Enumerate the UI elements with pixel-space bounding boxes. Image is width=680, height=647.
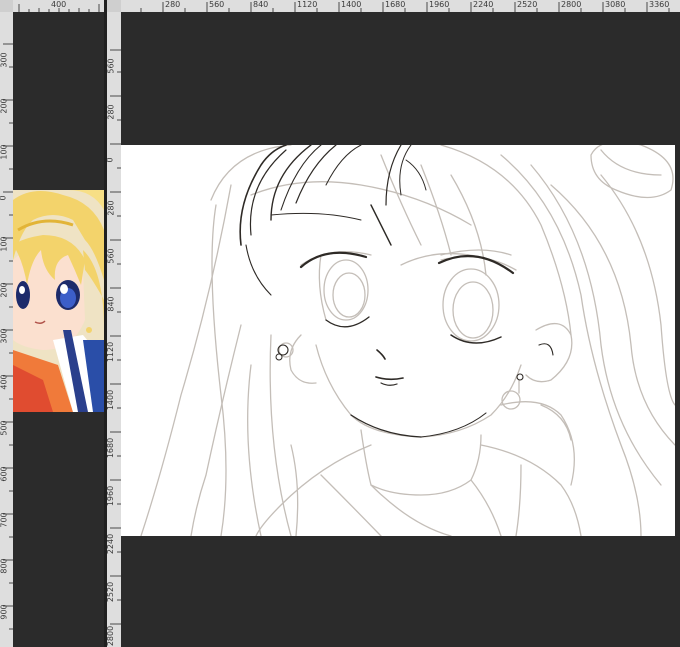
ruler-label: 280 (107, 200, 116, 216)
ruler-label: 500 (0, 420, 9, 436)
ruler-label: 0 (107, 157, 115, 162)
reference-image[interactable] (13, 190, 104, 412)
ruler-label: 560 (209, 0, 225, 9)
ruler-label: 840 (107, 296, 116, 312)
ruler-label: 2800 (107, 625, 116, 647)
ruler-label: 2520 (517, 0, 538, 9)
ruler-label: 400 (51, 0, 67, 9)
ruler-corner (0, 0, 13, 12)
ruler-label: 560 (107, 248, 116, 264)
ruler-label: 1400 (341, 0, 362, 9)
ruler-label: 3360 (649, 0, 670, 9)
ruler-label: 2240 (473, 0, 494, 9)
reference-side-ruler[interactable]: 300 200 100 0 100 200 300 400 500 600 70… (0, 12, 13, 647)
ruler-label: 100 (0, 144, 9, 160)
ruler-label: 1680 (107, 437, 116, 459)
ruler-label: 1680 (385, 0, 406, 9)
ruler-label: 280 (165, 0, 181, 9)
ruler-label: 1960 (107, 485, 116, 507)
ruler-label: 1960 (429, 0, 450, 9)
ruler-label: 300 (0, 52, 9, 68)
canvas-side-ruler[interactable]: 560 280 0 280 560 840 1120 1400 1680 196… (107, 12, 121, 647)
ruler-label: 200 (0, 282, 9, 298)
ruler-label: 700 (0, 512, 9, 528)
ruler-label: 1400 (107, 389, 116, 411)
ruler-label: 280 (107, 104, 116, 120)
ruler-label: 2520 (107, 581, 116, 603)
ruler-label: 600 (0, 466, 9, 482)
ruler-label: 800 (0, 558, 9, 574)
ruler-label: 560 (107, 58, 116, 74)
ruler-label: 400 (0, 374, 9, 390)
ruler-label: 2800 (561, 0, 582, 9)
ruler-label: 3080 (605, 0, 626, 9)
ruler-label: 1120 (107, 341, 116, 363)
ruler-label: 840 (253, 0, 269, 9)
ruler-label: 0 (0, 195, 8, 200)
ruler-label: 900 (0, 604, 9, 620)
reference-top-ruler[interactable]: 400 (13, 0, 104, 12)
ruler-label: 300 (0, 328, 9, 344)
drawing-canvas[interactable] (121, 145, 675, 536)
ruler-label: 2240 (107, 533, 116, 555)
ruler-corner (107, 0, 121, 12)
canvas-top-ruler[interactable]: 280 560 840 1120 1400 1680 1960 2240 252… (121, 0, 680, 12)
ruler-label: 200 (0, 98, 9, 114)
ruler-label: 1120 (297, 0, 318, 9)
ruler-label: 100 (0, 236, 9, 252)
